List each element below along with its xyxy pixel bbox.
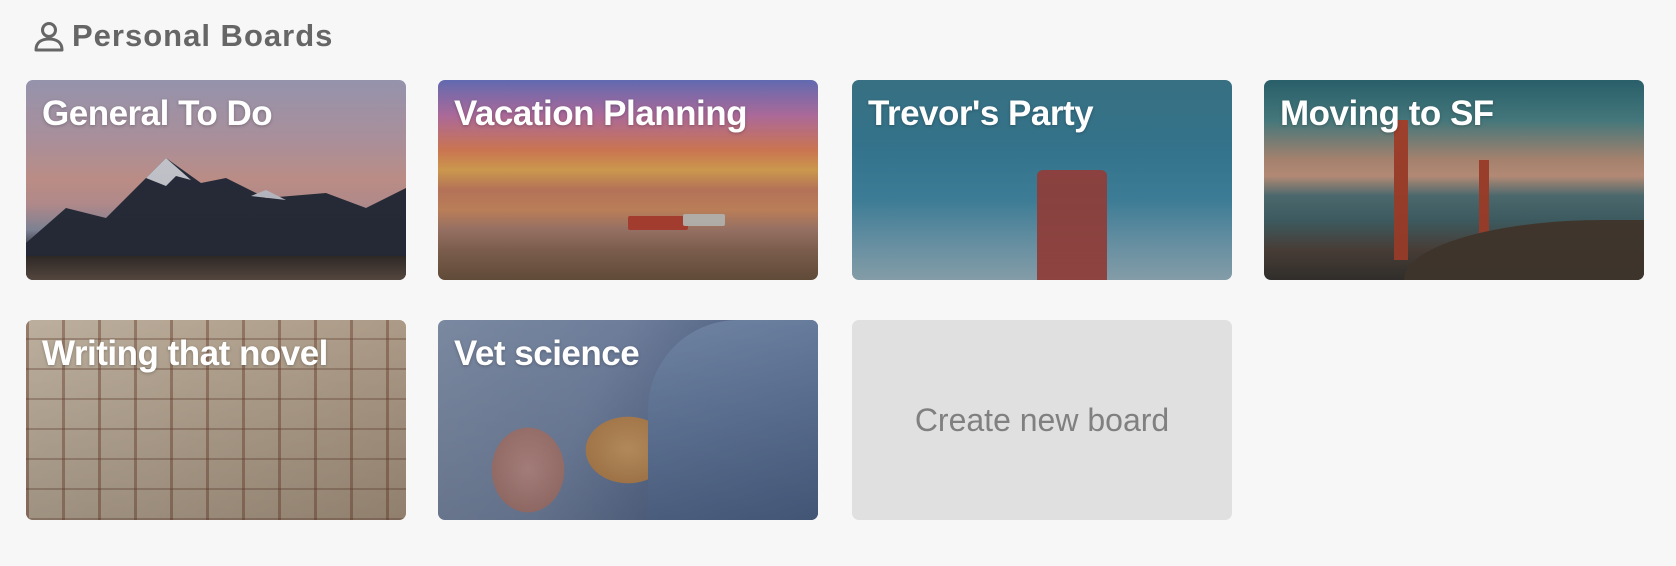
board-title: Moving to SF <box>1280 94 1494 133</box>
board-card-vacation-planning[interactable]: Vacation Planning <box>438 80 818 280</box>
user-icon <box>32 19 66 53</box>
board-title: General To Do <box>42 94 273 133</box>
create-new-board-label: Create new board <box>914 401 1170 438</box>
section-title: Personal Boards <box>72 18 334 53</box>
personal-boards-section: Personal Boards General To Do Vacation P… <box>0 0 1676 566</box>
board-card-general-to-do[interactable]: General To Do <box>26 80 406 280</box>
board-card-writing-that-novel[interactable]: Writing that novel <box>26 320 406 520</box>
board-title: Vet science <box>454 334 640 373</box>
board-card-vet-science[interactable]: Vet science <box>438 320 818 520</box>
board-card-moving-to-sf[interactable]: Moving to SF <box>1264 80 1644 280</box>
board-title: Vacation Planning <box>454 94 747 133</box>
section-header: Personal Boards <box>32 18 333 54</box>
create-new-board-button[interactable]: Create new board <box>852 320 1232 520</box>
board-card-trevors-party[interactable]: Trevor's Party <box>852 80 1232 280</box>
board-title: Trevor's Party <box>868 94 1094 133</box>
board-title: Writing that novel <box>42 334 328 373</box>
